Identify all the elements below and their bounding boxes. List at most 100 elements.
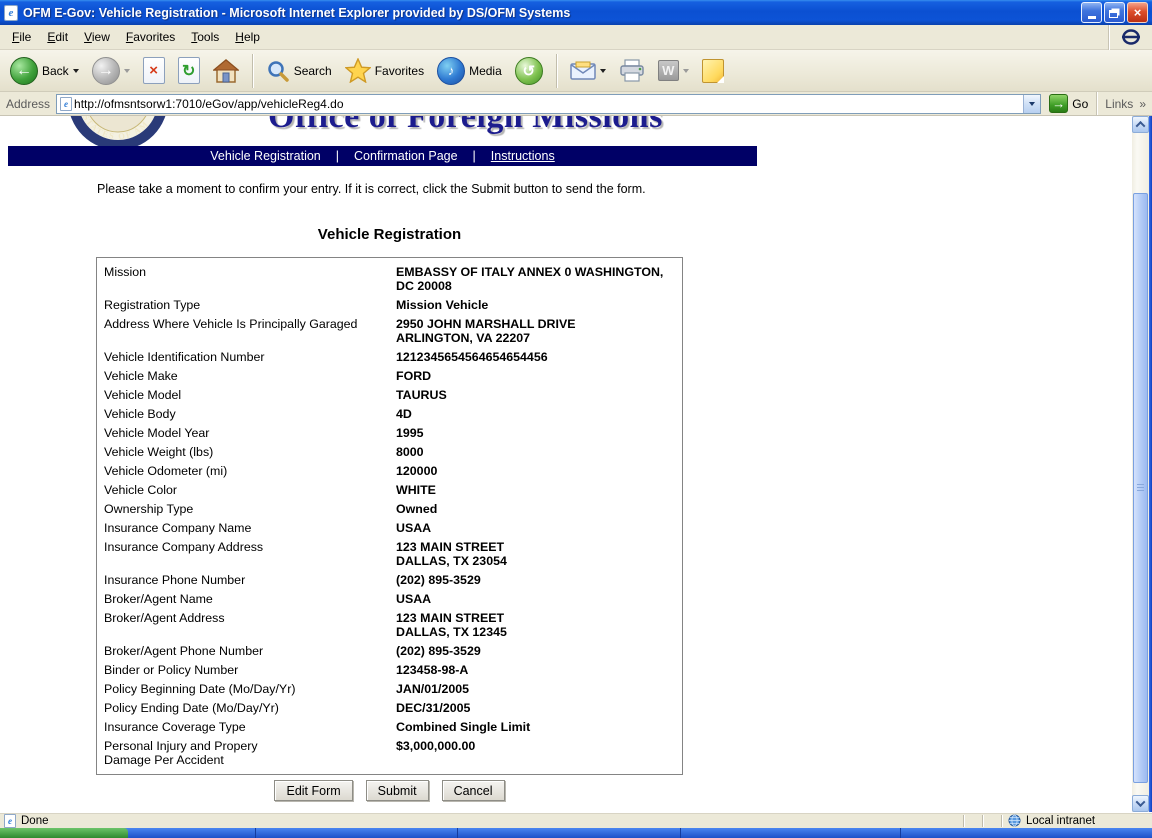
- field-value: EMBASSY OF ITALY ANNEX 0 WASHINGTON, DC …: [396, 265, 682, 293]
- edit-form-button[interactable]: Edit Form: [274, 780, 352, 801]
- field-label: Broker/Agent Address: [97, 611, 396, 625]
- field-label: Broker/Agent Name: [97, 592, 396, 606]
- scrollbar-thumb[interactable]: [1133, 193, 1148, 783]
- field-label: Insurance Company Address: [97, 540, 396, 554]
- history-icon: ↺: [515, 57, 543, 85]
- intranet-zone-icon: [1008, 814, 1021, 827]
- go-icon: →: [1049, 94, 1068, 113]
- table-row: Personal Injury and Propery Damage Per A…: [97, 736, 682, 769]
- field-value: (202) 895-3529: [396, 573, 682, 587]
- field-label: Ownership Type: [97, 502, 396, 516]
- start-button[interactable]: [0, 828, 128, 838]
- field-label: Policy Beginning Date (Mo/Day/Yr): [97, 682, 396, 696]
- field-label: Vehicle Color: [97, 483, 396, 497]
- table-row: Mission EMBASSY OF ITALY ANNEX 0 WASHING…: [97, 262, 682, 295]
- links-bar[interactable]: Links »: [1096, 92, 1146, 115]
- menu-tools[interactable]: Tools: [183, 27, 227, 47]
- go-button[interactable]: → Go: [1049, 94, 1088, 113]
- home-button[interactable]: [209, 56, 243, 86]
- page-title: Vehicle Registration: [96, 226, 683, 243]
- field-value: 120000: [396, 464, 682, 478]
- table-row: Vehicle Model TAURUS: [97, 385, 682, 404]
- print-button[interactable]: [615, 57, 649, 85]
- media-label: Media: [469, 64, 502, 78]
- address-field[interactable]: e: [56, 94, 1041, 114]
- windows-taskbar: [0, 828, 1152, 838]
- address-input[interactable]: [72, 97, 1023, 111]
- table-row: Policy Ending Date (Mo/Day/Yr) DEC/31/20…: [97, 698, 682, 717]
- table-row: Vehicle Make FORD: [97, 366, 682, 385]
- stop-icon: ×: [143, 57, 165, 84]
- field-label: Policy Ending Date (Mo/Day/Yr): [97, 701, 396, 715]
- field-value: USAA: [396, 521, 682, 535]
- field-label: Vehicle Identification Number: [97, 350, 396, 364]
- forward-button[interactable]: →: [88, 55, 134, 87]
- nav-confirmation-page[interactable]: Confirmation Page: [354, 149, 458, 163]
- submit-button[interactable]: Submit: [366, 780, 429, 801]
- form-actions: Edit Form Submit Cancel: [96, 780, 683, 801]
- address-bar: Address e → Go Links »: [0, 92, 1152, 116]
- mail-dropdown-icon[interactable]: [600, 69, 606, 73]
- menu-favorites[interactable]: Favorites: [118, 27, 183, 47]
- favorites-button[interactable]: Favorites: [341, 56, 428, 85]
- table-row: Insurance Coverage Type Combined Single …: [97, 717, 682, 736]
- vertical-scrollbar[interactable]: [1132, 116, 1149, 812]
- field-label: Registration Type: [97, 298, 396, 312]
- status-text: Done: [21, 815, 49, 827]
- close-button[interactable]: ×: [1127, 2, 1148, 23]
- back-label: Back: [42, 64, 69, 78]
- cancel-button[interactable]: Cancel: [442, 780, 505, 801]
- media-button[interactable]: ♪ Media: [433, 55, 506, 87]
- table-row: Vehicle Model Year 1995: [97, 423, 682, 442]
- mail-button[interactable]: [566, 59, 610, 83]
- field-label: Vehicle Model Year: [97, 426, 396, 440]
- nav-vehicle-registration[interactable]: Vehicle Registration: [210, 149, 320, 163]
- forward-dropdown-icon[interactable]: [124, 69, 130, 73]
- menu-help[interactable]: Help: [227, 27, 268, 47]
- field-label: Vehicle Body: [97, 407, 396, 421]
- ie-window-icon: e: [4, 5, 18, 21]
- field-value: DEC/31/2005: [396, 701, 682, 715]
- minimize-button[interactable]: [1081, 2, 1102, 23]
- history-button[interactable]: ↺: [511, 55, 547, 87]
- table-row: Insurance Phone Number (202) 895-3529: [97, 570, 682, 589]
- address-dropdown-button[interactable]: [1023, 95, 1040, 113]
- menu-file[interactable]: File: [4, 27, 39, 47]
- table-row: Vehicle Odometer (mi) 120000: [97, 461, 682, 480]
- field-value: 123 MAIN STREET DALLAS, TX 12345: [396, 611, 682, 639]
- search-button[interactable]: Search: [262, 57, 336, 85]
- menu-edit[interactable]: Edit: [39, 27, 76, 47]
- home-icon: [213, 58, 239, 84]
- table-row: Address Where Vehicle Is Principally Gar…: [97, 314, 682, 347]
- table-row: Vehicle Identification Number 1212345654…: [97, 347, 682, 366]
- table-row: Ownership Type Owned: [97, 499, 682, 518]
- standard-toolbar: ← Back → × ↻ Search Favorites ♪ Media: [0, 50, 1152, 92]
- table-row: Broker/Agent Address 123 MAIN STREET DAL…: [97, 608, 682, 641]
- field-value: (202) 895-3529: [396, 644, 682, 658]
- back-button[interactable]: ← Back: [6, 55, 83, 87]
- links-chevron-icon[interactable]: »: [1139, 97, 1146, 111]
- table-row: Registration Type Mission Vehicle: [97, 295, 682, 314]
- back-icon: ←: [10, 57, 38, 85]
- menu-view[interactable]: View: [76, 27, 118, 47]
- word-icon: W: [658, 60, 679, 81]
- field-label: Address Where Vehicle Is Principally Gar…: [97, 317, 396, 331]
- refresh-button[interactable]: ↻: [174, 55, 204, 86]
- status-bar: e Done Local intranet: [0, 812, 1152, 828]
- nav-instructions-link[interactable]: Instructions: [491, 149, 555, 163]
- edit-with-word-button[interactable]: W: [654, 58, 693, 83]
- scroll-up-button[interactable]: [1132, 116, 1149, 133]
- title-bar: e OFM E-Gov: Vehicle Registration - Micr…: [0, 0, 1152, 25]
- discuss-button[interactable]: [698, 57, 728, 85]
- field-label: Mission: [97, 265, 396, 279]
- table-row: Broker/Agent Name USAA: [97, 589, 682, 608]
- registration-table: Mission EMBASSY OF ITALY ANNEX 0 WASHING…: [96, 257, 683, 775]
- field-label: Personal Injury and Propery Damage Per A…: [97, 739, 396, 767]
- scroll-down-button[interactable]: [1132, 795, 1149, 812]
- field-value: 8000: [396, 445, 682, 459]
- stop-button[interactable]: ×: [139, 55, 169, 86]
- field-value: $3,000,000.00: [396, 739, 682, 753]
- toolbar-separator: [252, 54, 253, 88]
- back-dropdown-icon[interactable]: [73, 69, 79, 73]
- restore-button[interactable]: [1104, 2, 1125, 23]
